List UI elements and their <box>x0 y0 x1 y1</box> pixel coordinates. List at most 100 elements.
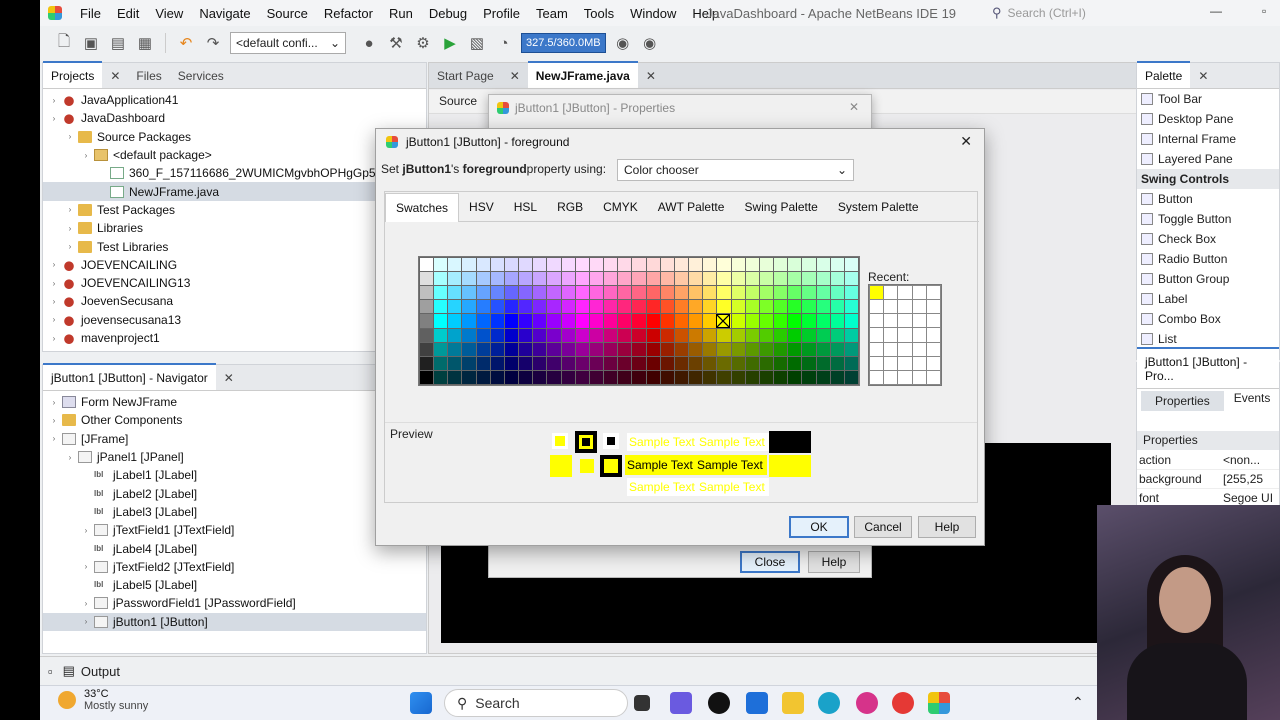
recent-swatch[interactable] <box>870 370 884 384</box>
swatch[interactable] <box>448 342 462 356</box>
swatch[interactable] <box>802 286 816 300</box>
store-icon[interactable] <box>746 692 768 714</box>
swatch[interactable] <box>660 356 674 370</box>
editor-tab[interactable]: NewJFrame.java <box>527 61 638 88</box>
palette-item[interactable]: Button <box>1137 189 1279 209</box>
swatch[interactable] <box>490 370 504 384</box>
tab-swatches[interactable]: Swatches <box>385 193 460 222</box>
tree-item[interactable]: lbl jLabel3 [JLabel] <box>43 503 426 521</box>
swatch[interactable] <box>689 272 703 286</box>
expand-toggle-icon[interactable]: › <box>81 617 91 626</box>
property-row[interactable]: action <non... <box>1137 451 1279 470</box>
swatch[interactable] <box>830 328 844 342</box>
menu-edit[interactable]: Edit <box>109 6 147 21</box>
recent-swatch[interactable] <box>912 342 926 356</box>
netbeans-taskbar-icon[interactable] <box>928 692 950 714</box>
tree-item[interactable]: › jPasswordField1 [JPasswordField] <box>43 594 426 612</box>
swatch[interactable] <box>618 272 632 286</box>
close-icon[interactable]: ✕ <box>216 365 242 390</box>
swatch[interactable] <box>802 370 816 384</box>
swatch[interactable] <box>547 272 561 286</box>
expand-toggle-icon[interactable]: › <box>49 260 59 269</box>
swatch[interactable] <box>759 300 774 314</box>
swatch[interactable] <box>490 286 504 300</box>
swatch[interactable] <box>434 272 448 286</box>
menu-window[interactable]: Window <box>622 6 684 21</box>
restore-button[interactable]: ▫ <box>1262 4 1266 18</box>
swatch[interactable] <box>504 356 519 370</box>
app-icon[interactable] <box>856 692 878 714</box>
swatch[interactable] <box>745 258 759 272</box>
swatch[interactable] <box>674 300 689 314</box>
tree-item[interactable]: › jTextField2 [JTextField] <box>43 558 426 576</box>
expand-toggle-icon[interactable]: › <box>49 279 59 288</box>
swatch[interactable] <box>462 342 476 356</box>
swatch[interactable] <box>561 370 575 384</box>
swatch[interactable] <box>504 272 519 286</box>
swatch[interactable] <box>547 258 561 272</box>
close-icon[interactable]: ✕ <box>849 100 859 114</box>
recent-swatch[interactable] <box>926 300 940 314</box>
swatch[interactable] <box>646 258 660 272</box>
swatch[interactable] <box>519 258 533 272</box>
recent-swatch[interactable] <box>870 300 884 314</box>
swatch[interactable] <box>561 356 575 370</box>
swatch[interactable] <box>844 370 858 384</box>
swatch[interactable] <box>830 356 844 370</box>
swatch[interactable] <box>674 258 689 272</box>
swatch[interactable] <box>717 356 731 370</box>
swatch[interactable] <box>759 370 774 384</box>
file-explorer-icon[interactable] <box>782 692 804 714</box>
swatch[interactable] <box>533 370 547 384</box>
swatch[interactable] <box>434 328 448 342</box>
swatch[interactable] <box>632 300 646 314</box>
swatch[interactable] <box>816 272 830 286</box>
swatch[interactable] <box>547 370 561 384</box>
swatch[interactable] <box>646 342 660 356</box>
swatch[interactable] <box>448 258 462 272</box>
swatch[interactable] <box>632 356 646 370</box>
swatch[interactable] <box>774 328 788 342</box>
swatch[interactable] <box>759 356 774 370</box>
chevron-up-icon[interactable]: ⌃ <box>1072 694 1084 711</box>
swatch[interactable] <box>575 356 589 370</box>
swatch[interactable] <box>632 272 646 286</box>
swatch[interactable] <box>674 272 689 286</box>
swatch[interactable] <box>448 300 462 314</box>
palette-item[interactable]: Radio Button <box>1137 249 1279 269</box>
swatch[interactable] <box>731 300 745 314</box>
swatch[interactable] <box>830 286 844 300</box>
recent-swatch[interactable] <box>870 342 884 356</box>
swatch[interactable] <box>802 314 816 328</box>
swatch[interactable] <box>462 356 476 370</box>
recent-swatch[interactable] <box>870 328 884 342</box>
window-icon[interactable]: ▫ <box>48 664 53 679</box>
swatch[interactable] <box>802 356 816 370</box>
recent-swatch[interactable] <box>884 328 898 342</box>
swatch[interactable] <box>802 272 816 286</box>
swatch[interactable] <box>717 370 731 384</box>
menu-navigate[interactable]: Navigate <box>191 6 258 21</box>
swatch[interactable] <box>646 356 660 370</box>
swatch[interactable] <box>476 286 490 300</box>
swatch[interactable] <box>774 356 788 370</box>
recent-swatch[interactable] <box>884 300 898 314</box>
swatch[interactable] <box>490 342 504 356</box>
swatch[interactable] <box>703 370 717 384</box>
close-icon[interactable]: ✕ <box>502 63 528 88</box>
tree-item[interactable]: › jPanel1 [JPanel] <box>43 448 426 466</box>
new-file-icon[interactable]: 🗋 <box>54 33 74 53</box>
swatch[interactable] <box>561 258 575 272</box>
debug-icon[interactable]: ▧ <box>467 33 487 53</box>
swatch[interactable] <box>462 314 476 328</box>
tree-item[interactable]: › Test Packages <box>43 201 426 219</box>
profile-icon[interactable]: ◔ <box>494 33 514 53</box>
tree-item[interactable]: › JavaApplication41 <box>43 91 426 109</box>
recent-swatch[interactable] <box>870 314 884 328</box>
tab-services[interactable]: Services <box>170 63 232 88</box>
gc-pause-icon[interactable]: ◉ <box>640 33 660 53</box>
swatch[interactable] <box>745 342 759 356</box>
cancel-button[interactable]: Cancel <box>854 516 912 538</box>
swatch[interactable] <box>674 286 689 300</box>
editor-mode-select[interactable]: Color chooser ⌄ <box>617 159 854 181</box>
